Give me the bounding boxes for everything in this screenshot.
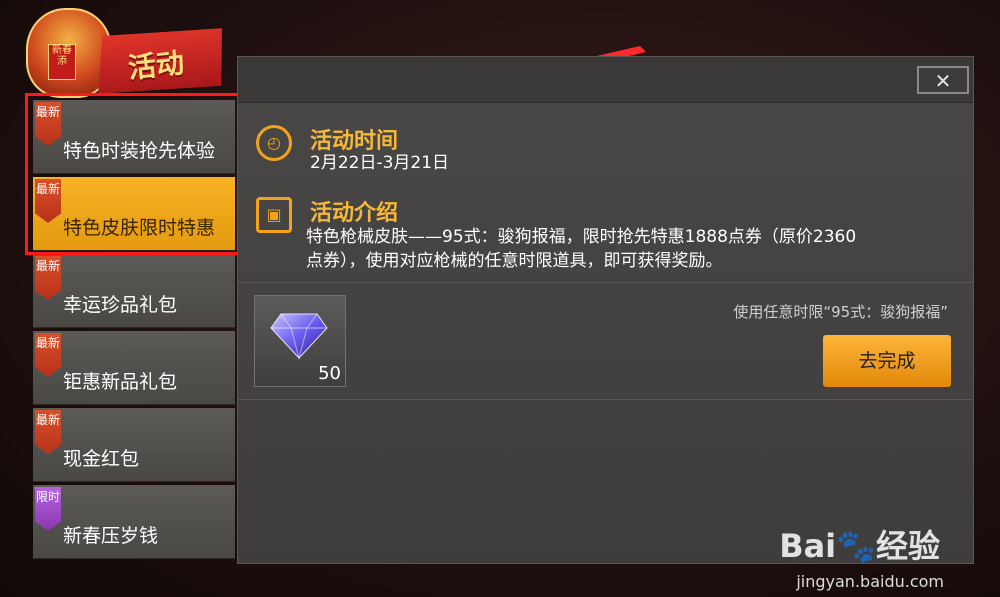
watermark-url: jingyan.baidu.com xyxy=(796,572,944,591)
go-complete-button[interactable]: 去完成 xyxy=(823,335,951,387)
watermark-brand: Bai xyxy=(779,527,837,565)
divider xyxy=(238,399,973,400)
baidu-watermark-logo: Bai🐾经验 xyxy=(779,521,940,567)
clock-icon: ◴ xyxy=(256,125,292,161)
game-screen: 新春添 活动 最新 特色时装抢先体验 最新 特色皮肤限时特惠 最新 幸运珍品礼包… xyxy=(0,0,1000,597)
reward-item[interactable]: 50 xyxy=(254,295,346,387)
panel-header: ✕ xyxy=(238,57,973,103)
reward-count: 50 xyxy=(318,363,341,384)
task-description: 使用任意时限“95式：骏狗报福” xyxy=(733,303,948,321)
time-section-value: 2月22日-3月21日 xyxy=(310,153,450,173)
activity-panel: ✕ ◴ 活动时间 2月22日-3月21日 ▣ 活动介绍 特色枪械皮肤——95式：… xyxy=(237,56,974,564)
close-button[interactable]: ✕ xyxy=(917,66,969,94)
divider xyxy=(238,282,973,283)
diamond-icon xyxy=(270,313,328,360)
gift-bag-icon: ▣ xyxy=(256,197,292,233)
intro-text-line1: 特色枪械皮肤——95式：骏狗报福，限时抢先特惠1888点券（原价2360 xyxy=(306,227,857,247)
paw-icon: 🐾 xyxy=(836,527,876,565)
watermark-brand-suffix: 经验 xyxy=(875,527,940,565)
intro-text-line2: 点券），使用对应枪械的任意时限道具，即可获得奖励。 xyxy=(306,251,723,271)
intro-section-title: 活动介绍 xyxy=(310,201,399,226)
